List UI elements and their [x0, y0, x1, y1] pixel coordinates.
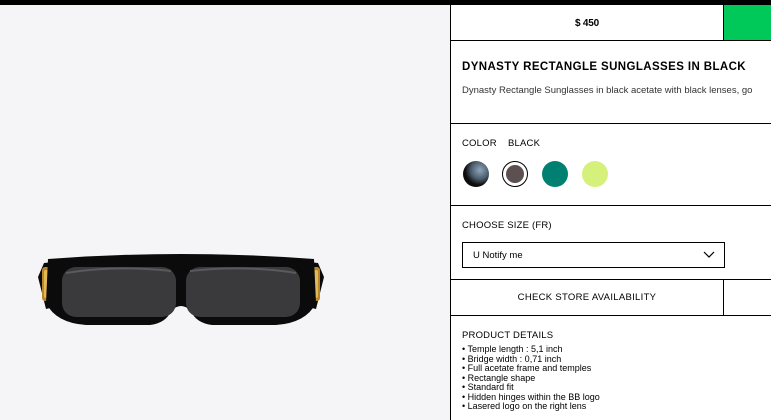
color-section: COLOR BLACK	[451, 124, 771, 206]
product-panel: $ 450 DYNASTY RECTANGLE SUNGLASSES IN BL…	[450, 5, 771, 420]
add-to-bag-button[interactable]	[724, 5, 771, 40]
sunglasses-image	[38, 254, 324, 325]
detail-item: Lasered logo on the right lens	[462, 401, 600, 412]
size-selected-option: U Notify me	[473, 250, 523, 261]
chevron-down-icon	[703, 251, 715, 258]
product-price: $ 450	[451, 5, 724, 41]
color-selected-value: BLACK	[508, 138, 541, 149]
size-section: CHOOSE SIZE (FR) U Notify me	[451, 206, 771, 280]
product-title: DYNASTY RECTANGLE SUNGLASSES IN BLACK	[462, 61, 747, 73]
product-details-label: PRODUCT DETAILS	[462, 330, 554, 341]
color-swatch-black-selected[interactable]	[502, 161, 528, 187]
size-dropdown[interactable]: U Notify me	[462, 242, 725, 268]
product-details-list: Temple length : 5,1 inch Bridge width : …	[462, 344, 600, 412]
size-label: CHOOSE SIZE (FR)	[462, 220, 552, 231]
product-details-section: PRODUCT DETAILS Temple length : 5,1 inch…	[451, 316, 771, 420]
color-swatch-lime[interactable]	[582, 161, 608, 187]
product-gallery[interactable]	[0, 5, 450, 420]
price-row: $ 450	[451, 5, 771, 41]
color-swatch-gradient-grey[interactable]	[463, 161, 489, 187]
color-label: COLOR	[462, 138, 497, 149]
store-side-button[interactable]	[724, 280, 771, 315]
title-section: DYNASTY RECTANGLE SUNGLASSES IN BLACK Dy…	[451, 42, 771, 124]
check-store-availability-button[interactable]: CHECK STORE AVAILABILITY	[451, 280, 724, 315]
store-row: CHECK STORE AVAILABILITY	[451, 280, 771, 316]
product-description: Dynasty Rectangle Sunglasses in black ac…	[462, 85, 753, 96]
color-swatch-teal[interactable]	[542, 161, 568, 187]
